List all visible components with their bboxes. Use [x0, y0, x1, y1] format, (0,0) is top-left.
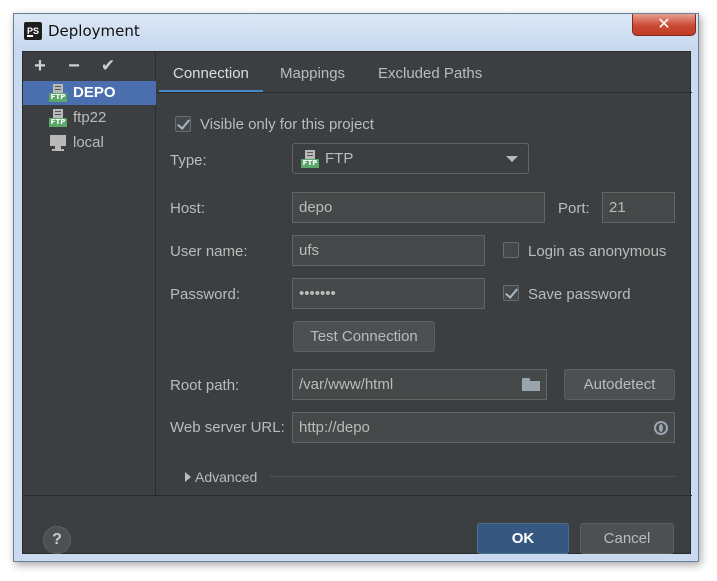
host-input[interactable]: depo — [292, 192, 545, 223]
password-label: Password: — [170, 286, 241, 303]
web-server-url-label: Web server URL: — [170, 419, 285, 436]
type-select-value: FTP — [325, 150, 354, 167]
type-select[interactable]: FTP FTP — [292, 143, 529, 174]
server-item-label: DEPO — [73, 84, 116, 101]
close-button[interactable]: ✕ — [632, 14, 696, 36]
dialog-body: + − ✔ FTP DEPO FTP ftp22 local Connectio… — [22, 51, 692, 554]
login-anonymous-checkbox[interactable] — [503, 242, 519, 258]
host-label: Host: — [170, 200, 206, 217]
server-list-pane: + − ✔ FTP DEPO FTP ftp22 local — [23, 52, 156, 495]
add-server-button[interactable]: + — [29, 56, 51, 76]
remove-server-button[interactable]: − — [63, 56, 85, 76]
footer-divider — [23, 495, 692, 496]
expand-arrow-icon[interactable] — [185, 472, 191, 482]
tab-connection[interactable]: Connection — [159, 60, 263, 93]
ftp-icon: FTP — [49, 84, 67, 102]
folder-icon[interactable] — [522, 378, 540, 391]
ftp-icon: FTP — [49, 109, 67, 127]
set-default-button[interactable]: ✔ — [97, 56, 119, 76]
tab-mappings[interactable]: Mappings — [280, 60, 345, 92]
globe-icon[interactable] — [654, 421, 668, 435]
visible-only-checkbox[interactable] — [175, 116, 191, 132]
root-path-label: Root path: — [170, 377, 240, 394]
server-item-local[interactable]: local — [23, 131, 156, 155]
tab-excluded-paths[interactable]: Excluded Paths — [378, 60, 482, 92]
server-item-label: local — [73, 134, 104, 151]
server-list-toolbar: + − ✔ — [23, 52, 156, 80]
settings-tabs: Connection Mappings Excluded Paths — [157, 60, 692, 93]
save-password-label: Save password — [528, 286, 631, 303]
cancel-button[interactable]: Cancel — [580, 523, 674, 554]
login-anonymous-label: Login as anonymous — [528, 243, 667, 260]
ftp-icon: FTP — [301, 150, 319, 168]
local-folder-icon — [49, 135, 67, 151]
visible-only-label: Visible only for this project — [200, 116, 374, 133]
port-input[interactable]: 21 — [602, 192, 675, 223]
root-path-value: /var/www/html — [299, 376, 394, 393]
type-label: Type: — [170, 152, 207, 169]
username-label: User name: — [170, 243, 248, 260]
deployment-dialog: PS Deployment ✕ + − ✔ FTP DEPO FTP ftp22 — [13, 13, 699, 562]
server-item-ftp22[interactable]: FTP ftp22 — [23, 106, 156, 130]
phpstorm-app-icon: PS — [24, 22, 42, 40]
port-label: Port: — [558, 200, 590, 217]
server-item-label: ftp22 — [73, 109, 107, 126]
title-bar: PS Deployment ✕ — [14, 14, 698, 50]
root-path-input[interactable]: /var/www/html — [292, 369, 547, 400]
username-input[interactable]: ufs — [292, 235, 485, 266]
server-item-depo[interactable]: FTP DEPO — [23, 81, 156, 105]
autodetect-button[interactable]: Autodetect — [564, 369, 675, 400]
help-button[interactable]: ? — [43, 526, 71, 554]
window-title: Deployment — [48, 22, 140, 40]
ok-button[interactable]: OK — [477, 523, 569, 554]
web-server-url-input[interactable]: http://depo — [292, 412, 675, 443]
web-server-url-value: http://depo — [299, 419, 370, 436]
save-password-checkbox[interactable] — [503, 285, 519, 301]
test-connection-button[interactable]: Test Connection — [293, 321, 435, 352]
tabs-divider — [157, 92, 692, 93]
advanced-toggle[interactable]: Advanced — [195, 469, 257, 485]
password-input[interactable]: ••••••• — [292, 278, 485, 309]
advanced-divider — [270, 476, 675, 477]
chevron-down-icon — [506, 156, 518, 162]
